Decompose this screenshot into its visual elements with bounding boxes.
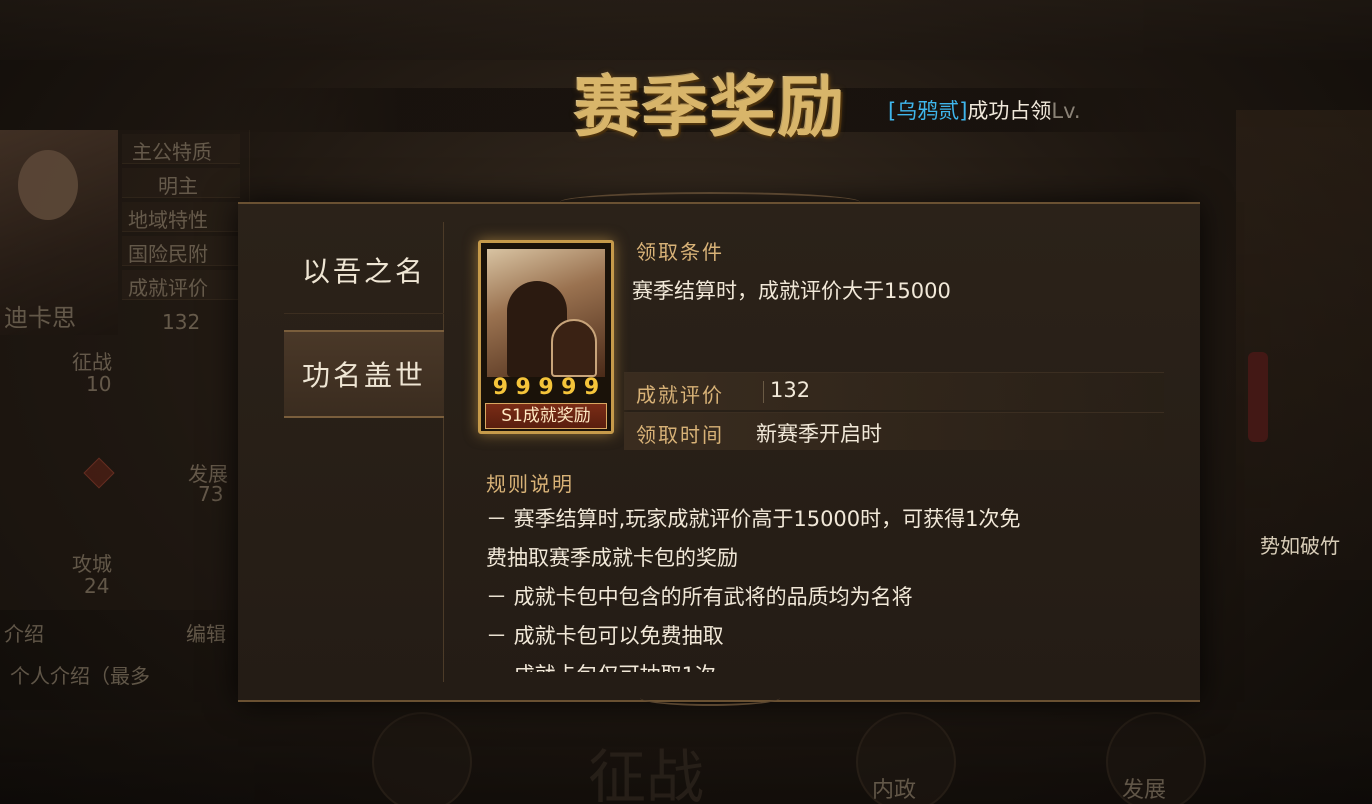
rule-line: － 成就卡包中包含的所有武将的品质均为名将: [486, 585, 913, 609]
conditions-text: 赛季结算时，成就评价大于15000: [632, 279, 951, 303]
attr-row: 成就评价: [122, 270, 240, 300]
rule-line: － 成就卡包仅可抽取1次: [486, 656, 1166, 672]
bottom-nav-label: 征战: [588, 743, 705, 804]
intro-label: 介绍: [4, 622, 44, 646]
divider: [763, 381, 764, 403]
hero-name: 迪卡思: [4, 304, 76, 332]
stat-value: 10: [86, 372, 112, 396]
claim-time-label: 领取时间: [636, 423, 724, 447]
ticker-message: 成功占领: [967, 99, 1052, 123]
background-right-card: [1236, 110, 1372, 580]
reward-tabs: 以吾之名 功名盖世: [284, 222, 444, 682]
attr-row: 国险民附: [122, 236, 240, 266]
stat-label: 攻城: [72, 552, 112, 576]
stat-value: 73: [198, 482, 224, 506]
claim-time-value: 新赛季开启时: [756, 422, 882, 446]
card-label: S1成就奖励: [485, 403, 607, 429]
background-score: 132: [162, 310, 201, 334]
reward-card[interactable]: 9 9 9 9 9 S1成就奖励: [478, 240, 614, 434]
modal-ornament: [560, 192, 860, 212]
ticker-trailing: Lv.: [1051, 99, 1081, 123]
right-card-label: 势如破竹: [1260, 534, 1340, 558]
stamp-icon: [1248, 352, 1268, 442]
bottom-nav-label: 内政: [872, 778, 917, 803]
intro-text: 个人介绍（最多: [10, 664, 150, 688]
attr-row: 明主: [122, 168, 240, 198]
claim-time-row: 领取时间 新赛季开启时: [624, 412, 1164, 450]
background-top-bar: [0, 0, 1372, 60]
attr-row: 主公特质: [122, 134, 240, 164]
bottom-nav-label: 发展: [1122, 778, 1167, 803]
star-icon: 9: [492, 374, 509, 400]
rule-line: － 赛季结算时,玩家成就评价高于15000时，可获得1次免: [486, 507, 1021, 531]
rules-title: 规则说明: [486, 472, 574, 496]
stat-label: 征战: [72, 350, 112, 374]
general-silhouette-icon: [551, 319, 597, 377]
card-star-rating: 9 9 9 9 9: [489, 374, 603, 400]
star-icon: 9: [515, 374, 531, 400]
page-title: 赛季奖励: [574, 68, 846, 146]
stat-value: 24: [84, 574, 110, 598]
attr-row: 地域特性: [122, 202, 240, 232]
rules-scroll-area[interactable]: － 赛季结算时,玩家成就评价高于15000时，可获得1次免 费抽取赛季成就卡包的…: [486, 500, 1166, 672]
rule-line: － 成就卡包可以免费抽取: [486, 624, 724, 648]
score-label: 成就评价: [636, 383, 724, 407]
bottom-nav-icon: [372, 712, 472, 804]
star-icon: 9: [538, 374, 554, 400]
broadcast-ticker: [乌鸦贰]成功占领Lv.: [888, 96, 1148, 126]
modal-ornament: [640, 690, 780, 706]
ticker-player-name: [乌鸦贰]: [888, 99, 968, 123]
tab-yiwuzhiming[interactable]: 以吾之名: [284, 226, 444, 314]
star-icon: 9: [583, 374, 600, 400]
edit-button: 编辑: [186, 622, 226, 646]
rule-line: 费抽取赛季成就卡包的奖励: [486, 546, 738, 570]
conditions-title: 领取条件: [636, 240, 724, 264]
card-artwork: [487, 249, 605, 377]
tab-gongminggaishi[interactable]: 功名盖世: [284, 330, 444, 418]
score-row: 成就评价 132: [624, 372, 1164, 410]
star-icon: 9: [561, 374, 577, 400]
score-value: 132: [770, 378, 811, 402]
